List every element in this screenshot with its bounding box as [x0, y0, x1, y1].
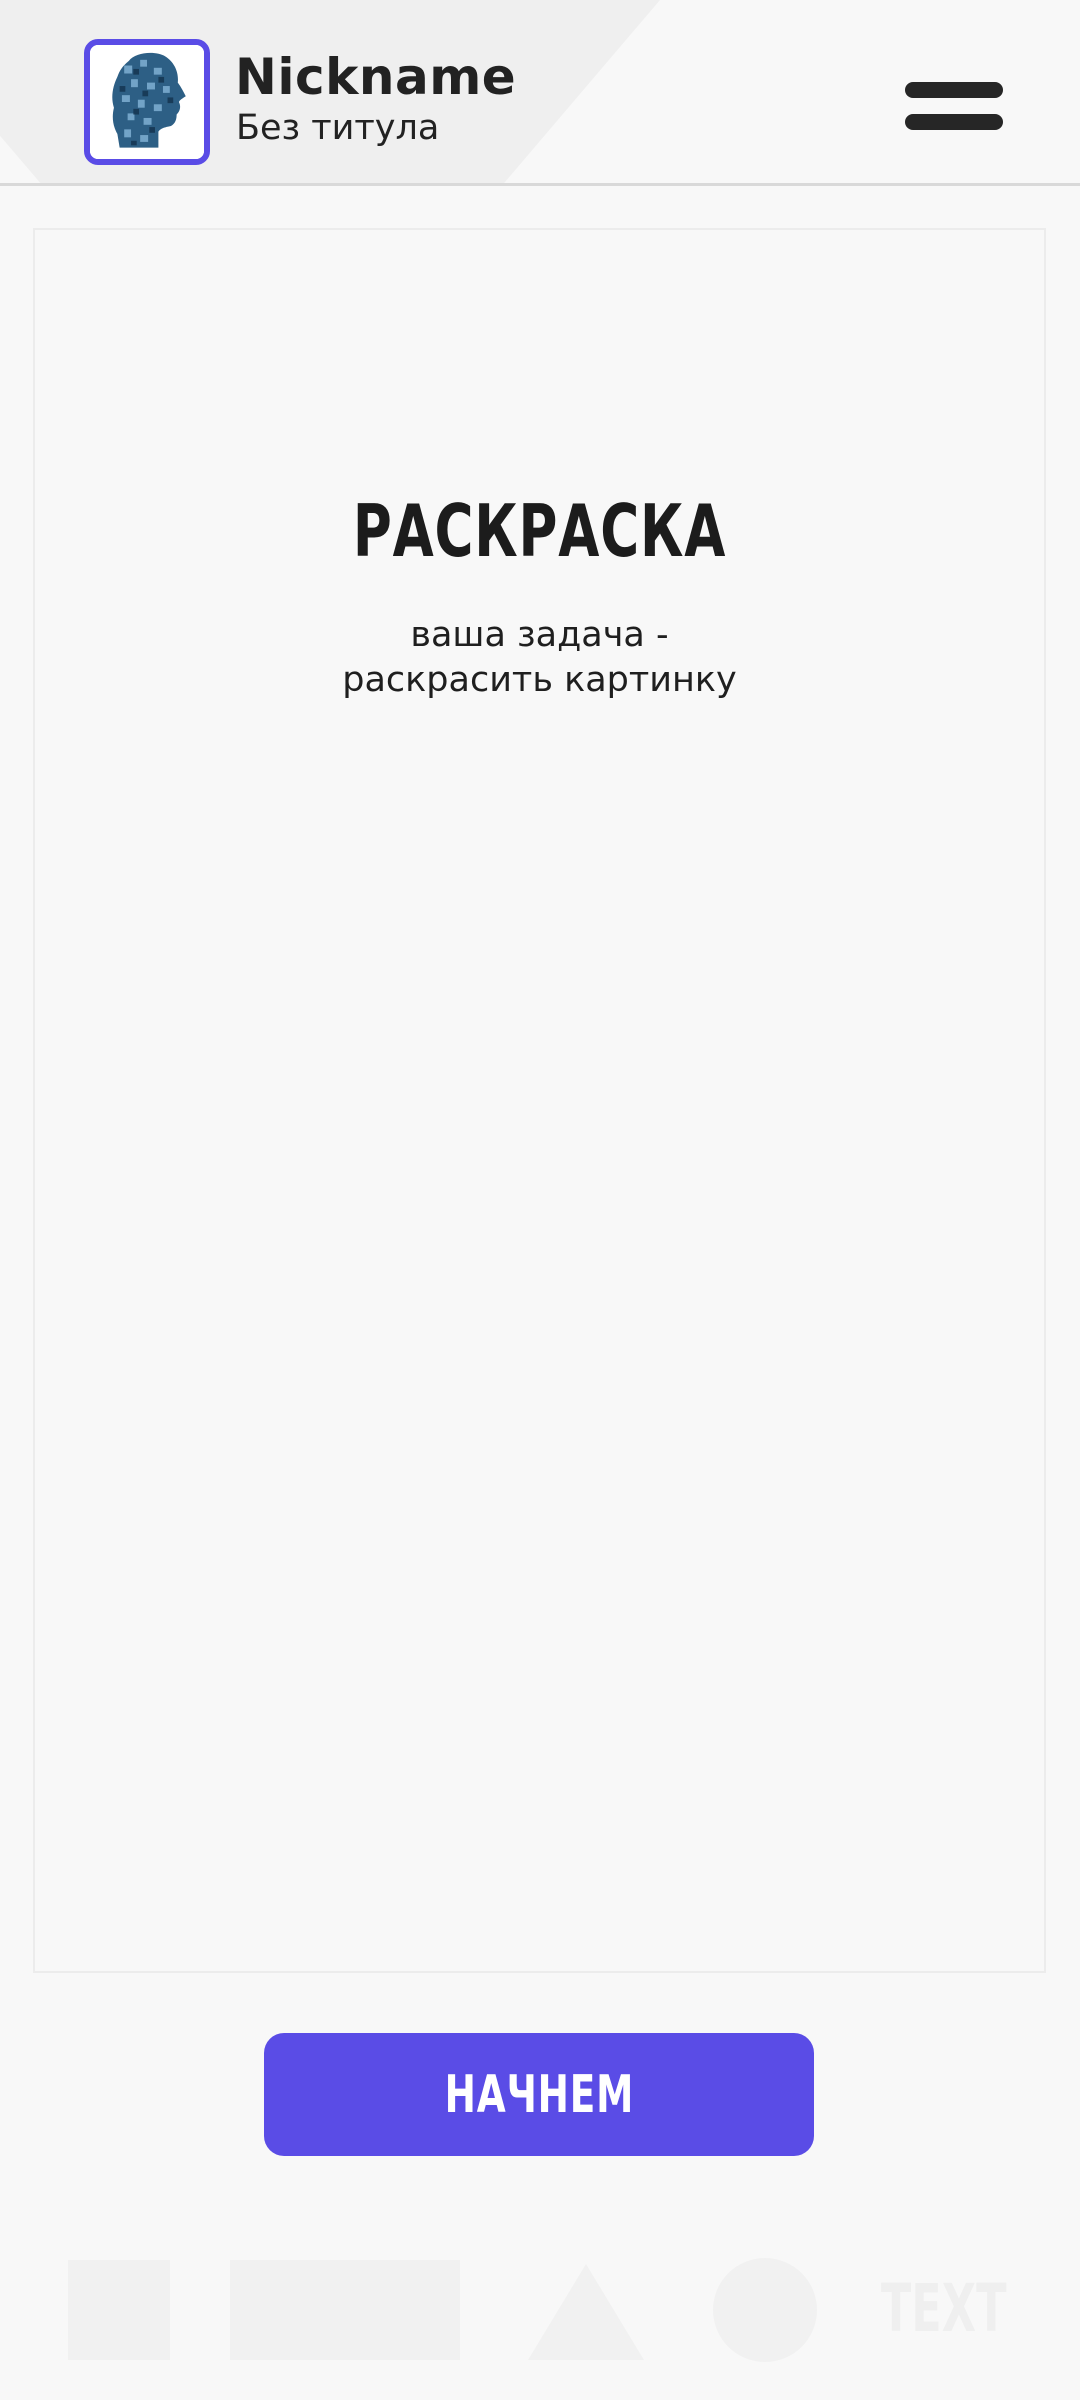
triangle-shape-tool[interactable]: [528, 2264, 644, 2360]
profile-header: Nickname Без титула: [0, 0, 1080, 186]
user-title: Без титула: [236, 108, 440, 148]
start-button[interactable]: НАЧНЕМ: [264, 2033, 814, 2156]
app-screen: Nickname Без титула РАСКРАСКА ваша задач…: [0, 0, 1080, 2400]
rectangle-shape-tool[interactable]: [230, 2260, 460, 2360]
circle-shape-tool[interactable]: [713, 2258, 817, 2362]
square-shape-tool[interactable]: [68, 2260, 170, 2360]
start-button-label: НАЧНЕМ: [444, 2064, 634, 2125]
game-intro-card: РАСКРАСКА ваша задача - раскрасить карти…: [33, 228, 1046, 1973]
text-tool[interactable]: TEXT: [876, 2256, 1012, 2360]
hamburger-menu-icon: [905, 82, 1003, 98]
game-description: ваша задача - раскрасить картинку: [35, 613, 1044, 703]
triangle-icon: [528, 2264, 644, 2360]
hamburger-menu-icon-bar: [905, 114, 1003, 130]
nickname: Nickname: [235, 48, 517, 106]
avatar[interactable]: [84, 39, 210, 165]
puzzle-head-avatar-icon: [90, 45, 204, 159]
game-description-line-1: ваша задача -: [410, 615, 669, 655]
game-title: РАСКРАСКА: [352, 489, 727, 573]
game-description-line-2: раскрасить картинку: [342, 660, 737, 700]
menu-button[interactable]: [905, 78, 1003, 136]
text-tool-label: TEXT: [881, 2269, 1007, 2347]
